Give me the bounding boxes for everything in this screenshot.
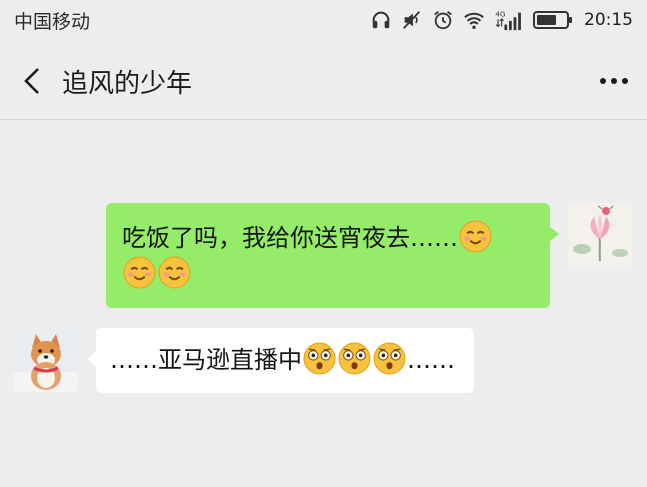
chat-header: 追风的少年 <box>0 44 647 118</box>
flushed-emoji <box>373 342 406 375</box>
shiba-dog-avatar[interactable] <box>14 328 78 392</box>
alarm-icon <box>432 9 454 31</box>
message-text-suffix: …… <box>407 346 455 374</box>
chat-title: 追风的少年 <box>62 68 193 99</box>
more-dots-icon <box>600 78 628 84</box>
message-line <box>122 256 536 292</box>
network-badge: 4G <box>495 9 506 18</box>
status-bar: 中国移动 4G 20:15 <box>0 0 647 40</box>
message-line: 吃饭了吗，我给你送宵夜去…… <box>122 220 536 256</box>
smiling-blush-emoji <box>123 256 156 289</box>
header-divider <box>0 119 647 120</box>
more-options-button[interactable] <box>597 66 631 96</box>
outgoing-message-bubble[interactable]: 吃饭了吗，我给你送宵夜去…… <box>106 203 559 308</box>
incoming-message-bubble[interactable]: ……亚马逊直播中 …… <box>87 328 474 393</box>
wifi-icon <box>463 9 485 31</box>
signal-4g-icon: 4G <box>494 9 524 31</box>
chevron-left-icon <box>24 68 39 94</box>
mute-icon <box>401 9 423 31</box>
message-text: 吃饭了吗，我给你送宵夜去…… <box>122 224 458 252</box>
lotus-avatar[interactable] <box>568 203 632 267</box>
flushed-emoji <box>303 342 336 375</box>
status-time: 20:15 <box>584 10 633 30</box>
message-text-prefix: ……亚马逊直播中 <box>110 346 302 374</box>
flushed-emoji <box>338 342 371 375</box>
headphones-icon <box>370 9 392 31</box>
status-icons: 4G 20:15 <box>370 9 633 31</box>
battery-icon <box>533 10 573 30</box>
carrier-name: 中国移动 <box>14 10 91 33</box>
smiling-blush-emoji <box>459 220 492 253</box>
back-button[interactable] <box>16 65 48 97</box>
smiling-blush-emoji <box>158 256 191 289</box>
